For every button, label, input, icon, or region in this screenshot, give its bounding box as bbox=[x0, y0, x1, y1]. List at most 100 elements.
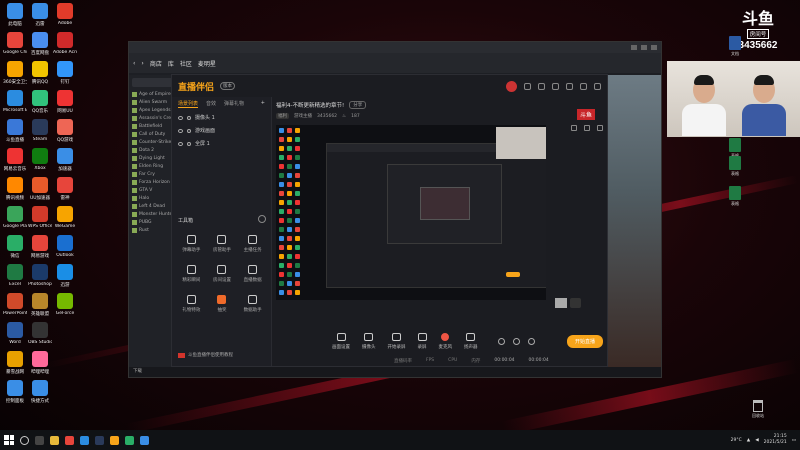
eye-icon[interactable] bbox=[512, 337, 520, 345]
desktop-icon[interactable]: 暴雪战网 bbox=[3, 351, 27, 375]
add-source-icon[interactable] bbox=[570, 298, 581, 308]
desktop-icon[interactable]: OBS Studio bbox=[28, 322, 52, 345]
volume-icon[interactable]: ◀ bbox=[755, 438, 758, 443]
library-status[interactable]: 下载 bbox=[129, 367, 661, 377]
desktop-icon[interactable]: 哔哩哔哩 bbox=[28, 351, 52, 375]
desktop-file[interactable]: 表格 bbox=[726, 186, 744, 207]
clock[interactable]: 21:15 2021/5/21 bbox=[764, 434, 787, 446]
steam-icon[interactable] bbox=[95, 435, 104, 445]
windows-start-icon[interactable] bbox=[4, 435, 14, 445]
scene-item[interactable]: 摄像头 1 bbox=[172, 111, 271, 124]
tutorial-tip[interactable]: 斗鱼直播伴侣使用教程 bbox=[178, 352, 233, 358]
desktop-icon[interactable]: 网易游戏 bbox=[28, 235, 52, 259]
desktop-icon[interactable]: 雷神 bbox=[53, 177, 77, 201]
desktop-icon[interactable]: 快捷方式 bbox=[28, 380, 52, 404]
eye-icon[interactable] bbox=[178, 115, 183, 120]
avatar[interactable] bbox=[506, 80, 517, 92]
desktop-file[interactable]: 文档 bbox=[726, 36, 744, 57]
desktop-icon[interactable]: Google Play bbox=[3, 206, 27, 229]
eye-icon[interactable] bbox=[178, 128, 183, 133]
desktop-icon[interactable]: 英雄联盟 bbox=[28, 293, 52, 317]
toolbox-settings-icon[interactable] bbox=[258, 215, 266, 223]
speaker-button[interactable]: 扬声器 bbox=[464, 332, 478, 350]
desktop-icon[interactable]: 斗鱼直播 bbox=[3, 119, 27, 143]
desktop-icon[interactable]: 360安全卫士 bbox=[3, 61, 27, 85]
desktop-icon[interactable]: Xbox bbox=[28, 148, 52, 171]
nav-library[interactable]: 库 bbox=[168, 59, 174, 68]
desktop-icon[interactable]: 腾讯QQ bbox=[28, 61, 52, 85]
explorer-icon[interactable] bbox=[50, 435, 59, 445]
scene-item[interactable]: 游戏画面 bbox=[172, 124, 271, 137]
forward-arrow-icon[interactable]: › bbox=[141, 60, 143, 67]
chrome-icon[interactable] bbox=[65, 435, 74, 445]
start-record-button[interactable]: 开始录屏 bbox=[388, 332, 406, 350]
scene-item[interactable]: 全屏 1 bbox=[172, 137, 271, 150]
record-button[interactable]: 录屏 bbox=[417, 332, 427, 350]
bell-icon[interactable] bbox=[597, 125, 603, 131]
tool-tasks[interactable]: 主播任务 bbox=[237, 235, 268, 253]
tab-audio[interactable]: 音效 bbox=[206, 100, 216, 108]
desktop-icon[interactable]: GeForce bbox=[53, 293, 77, 316]
tab-danmaku[interactable]: 弹幕礼物 bbox=[224, 100, 244, 108]
desktop-icon[interactable]: Steam bbox=[28, 119, 52, 142]
desktop-icon[interactable]: 控制面板 bbox=[3, 380, 27, 404]
desktop-icon[interactable]: QQ游戏 bbox=[53, 119, 77, 143]
nav-profile[interactable]: 麦明星 bbox=[198, 59, 216, 68]
desktop-icon[interactable]: Microsoft Edge bbox=[3, 90, 27, 113]
video-icon[interactable] bbox=[497, 337, 505, 345]
desktop-icon[interactable]: QQ音乐 bbox=[28, 90, 52, 114]
gear-icon[interactable] bbox=[538, 82, 545, 90]
qq-icon[interactable] bbox=[140, 435, 149, 445]
back-arrow-icon[interactable]: ‹ bbox=[133, 60, 135, 67]
close-icon[interactable] bbox=[594, 82, 601, 90]
desktop-icon[interactable]: 此电脑 bbox=[3, 3, 27, 27]
desktop-icon[interactable]: 加速器 bbox=[53, 148, 77, 172]
go-live-button[interactable]: 开始直播 bbox=[566, 334, 603, 348]
desktop-icon[interactable]: Adobe bbox=[53, 3, 77, 26]
tool-lottery[interactable]: 抽奖 bbox=[207, 295, 238, 313]
desktop-icon[interactable]: PowerPoint bbox=[3, 293, 27, 316]
screen-settings-button[interactable]: 画面设置 bbox=[332, 332, 350, 350]
stream-preview[interactable] bbox=[276, 125, 546, 300]
desktop-icon[interactable]: Excel bbox=[3, 264, 27, 287]
camera-thumbnail[interactable] bbox=[555, 298, 567, 308]
microphone-button[interactable]: 麦克风 bbox=[439, 332, 452, 350]
message-icon[interactable] bbox=[524, 82, 531, 90]
tool-danmaku[interactable]: 弹幕助手 bbox=[176, 235, 207, 253]
desktop-icon[interactable]: Adobe Acrobat bbox=[53, 32, 77, 55]
desktop-icon[interactable]: 百度网盘 bbox=[28, 32, 52, 56]
desktop-icon[interactable]: Word bbox=[3, 322, 27, 345]
douyu-icon[interactable] bbox=[110, 435, 119, 445]
desktop-icon[interactable]: Google Chrome bbox=[3, 32, 27, 55]
version-badge[interactable]: 版本 bbox=[220, 82, 236, 90]
close-icon[interactable] bbox=[651, 45, 657, 50]
tool-live-data[interactable]: 直播数据 bbox=[237, 265, 268, 283]
desktop-icon[interactable]: WeGame bbox=[53, 206, 77, 229]
maximize-icon[interactable] bbox=[580, 82, 587, 90]
maximize-icon[interactable] bbox=[641, 45, 647, 50]
desktop-icon[interactable]: 网易云音乐 bbox=[3, 148, 27, 172]
tool-data-helper[interactable]: 数据助手 bbox=[237, 295, 268, 313]
nav-store[interactable]: 商店 bbox=[150, 59, 162, 68]
desktop-icon[interactable]: 网易UU bbox=[53, 90, 77, 114]
minimize-icon[interactable] bbox=[566, 82, 573, 90]
gear-icon[interactable] bbox=[527, 337, 535, 345]
desktop-icon[interactable]: Photoshop bbox=[28, 264, 52, 287]
tool-room-settings[interactable]: 房间设置 bbox=[207, 265, 238, 283]
skin-icon[interactable] bbox=[552, 82, 559, 90]
tab-scenes[interactable]: 场景列表 bbox=[178, 100, 199, 108]
desktop-icon[interactable]: 钉钉 bbox=[53, 61, 77, 85]
wechat-icon[interactable] bbox=[125, 435, 134, 445]
lock-icon[interactable] bbox=[584, 125, 590, 131]
tool-gift-effects[interactable]: 礼物特效 bbox=[176, 295, 207, 313]
share-button[interactable]: 分享 bbox=[349, 101, 367, 109]
camera-button[interactable]: 摄像头 bbox=[362, 332, 376, 350]
notification-icon[interactable]: ▭ bbox=[792, 438, 796, 443]
eye-icon[interactable] bbox=[178, 141, 183, 146]
network-icon[interactable]: ▲ bbox=[747, 438, 750, 443]
layout-icon[interactable] bbox=[571, 125, 577, 131]
task-view-icon[interactable] bbox=[35, 435, 44, 445]
desktop-file[interactable]: 表格 bbox=[726, 156, 744, 177]
nav-community[interactable]: 社区 bbox=[180, 59, 192, 68]
desktop-icon[interactable]: UU加速器 bbox=[28, 177, 52, 201]
